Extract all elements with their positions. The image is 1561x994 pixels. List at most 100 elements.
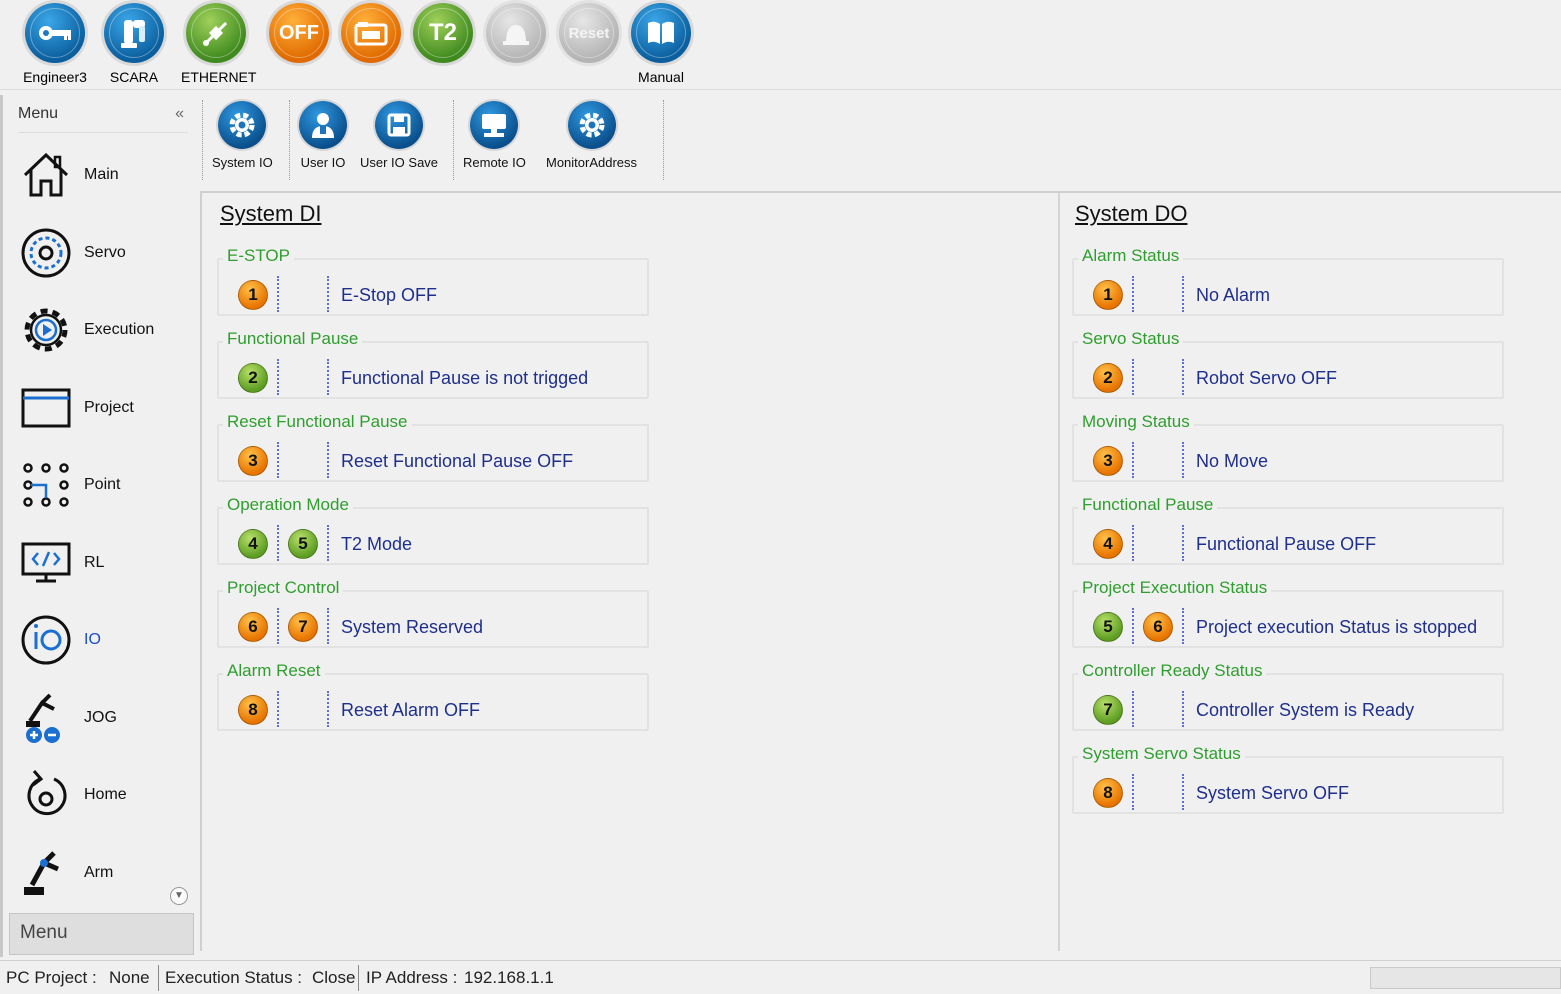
- system-do-group-legend: Functional Pause: [1078, 495, 1218, 515]
- signal-led-icon: 4: [238, 529, 268, 559]
- dotted-separator: [1132, 608, 1134, 644]
- user-io-label: User IO: [300, 155, 346, 170]
- menu-scroll-down-icon[interactable]: ▼: [170, 887, 188, 905]
- user-io-save-button[interactable]: User IO Save: [360, 101, 438, 170]
- key-icon: [25, 3, 85, 63]
- system-do-group-legend: Servo Status: [1078, 329, 1184, 349]
- system-do-status-text: No Move: [1196, 451, 1269, 471]
- folder-button[interactable]: [336, 3, 406, 63]
- engineer-login-button[interactable]: Engineer3: [20, 3, 90, 85]
- system-do-signal-row: 5 6 Project execution Status is stopped: [1074, 608, 1502, 644]
- signal-led-icon: 5: [288, 529, 318, 559]
- dotted-separator: [277, 525, 279, 561]
- gear-icon: [567, 101, 616, 149]
- pc-project-value: None: [109, 968, 150, 987]
- system-do-group: Controller Ready Status 7 Controller Syste…: [1072, 661, 1504, 731]
- dotted-separator: [327, 525, 329, 561]
- system-do-group: Project Execution Status 5 6 Project execut…: [1072, 578, 1504, 648]
- remote-monitor-icon: [470, 101, 519, 149]
- system-io-button[interactable]: System IO: [212, 101, 273, 170]
- signal-led-icon: 2: [1093, 363, 1123, 393]
- menu-item-jog[interactable]: JOG: [18, 688, 193, 748]
- menu-header: Menu «: [18, 105, 188, 133]
- signal-led-icon: 8: [238, 695, 268, 725]
- remote-io-button[interactable]: Remote IO: [463, 101, 526, 170]
- dotted-separator: [277, 691, 279, 727]
- monitor-address-button[interactable]: MonitorAddress: [546, 101, 637, 170]
- system-di-group-legend: Functional Pause: [223, 329, 363, 349]
- ethernet-plug-icon: [186, 3, 246, 63]
- status-bar: PC Project : None Execution Status : Clo…: [0, 960, 1561, 994]
- ip-address-label: IP Address :: [366, 968, 458, 987]
- reset-button[interactable]: Reset: [554, 3, 624, 63]
- point-icon: [18, 457, 74, 513]
- dotted-separator: [277, 608, 279, 644]
- arm-icon: [18, 845, 74, 901]
- signal-led-icon: 3: [238, 446, 268, 476]
- menu-item-rl[interactable]: RL: [18, 533, 193, 593]
- menu-item-point[interactable]: Point: [18, 455, 193, 515]
- dotted-separator: [1182, 608, 1184, 644]
- home-icon: [18, 147, 74, 203]
- signal-led-icon: 7: [288, 612, 318, 642]
- menu-item-execution[interactable]: Execution: [18, 300, 193, 360]
- system-di-status-text: Reset Functional Pause OFF: [341, 451, 574, 471]
- dotted-separator: [1132, 442, 1134, 478]
- dotted-separator: [1182, 525, 1184, 561]
- ip-address-value: 192.168.1.1: [464, 968, 554, 987]
- subtoolbar-separator: [663, 100, 664, 180]
- remote-io-label: Remote IO: [463, 155, 526, 170]
- dotted-separator: [1182, 276, 1184, 312]
- robot-status-button[interactable]: [481, 3, 551, 63]
- menu-item-project[interactable]: Project: [18, 378, 193, 438]
- robot-arm-icon: [104, 3, 164, 63]
- system-di-signal-row: 2 Functional Pause is not trigged: [219, 359, 647, 395]
- menu-item-main[interactable]: Main: [18, 145, 193, 205]
- menu-item-io[interactable]: IO: [18, 610, 193, 670]
- system-do-status-text: Controller System is Ready: [1196, 700, 1415, 720]
- menu-item-arm[interactable]: Arm: [18, 843, 193, 903]
- power-off-button[interactable]: OFF: [264, 3, 334, 63]
- subtoolbar-separator: [453, 100, 454, 180]
- menu-footer-bar[interactable]: Menu: [9, 913, 194, 955]
- system-do-group: System Servo Status 8 System Servo OFF: [1072, 744, 1504, 814]
- system-do-group-legend: Project Execution Status: [1078, 578, 1272, 598]
- dotted-separator: [327, 608, 329, 644]
- gear-icon: [218, 101, 267, 149]
- servo-icon: [18, 225, 74, 281]
- menu-label-main: Main: [84, 166, 119, 183]
- book-icon: [631, 3, 691, 63]
- system-do-signal-row: 3 No Move: [1074, 442, 1502, 478]
- scara-button[interactable]: SCARA: [99, 3, 169, 85]
- system-do-signal-row: 4 Functional Pause OFF: [1074, 525, 1502, 561]
- system-di-signal-row: 4 5 T2 Mode: [219, 525, 647, 561]
- folder-icon: [341, 3, 401, 63]
- signal-led-icon: 1: [1093, 280, 1123, 310]
- ethernet-label: ETHERNET: [181, 69, 257, 85]
- project-folder-icon: [18, 380, 74, 436]
- robot-disabled-icon: [486, 3, 546, 63]
- menu-label-arm: Arm: [84, 864, 114, 881]
- reset-icon: Reset: [559, 3, 619, 63]
- manual-button[interactable]: Manual: [626, 3, 696, 85]
- menu-item-home[interactable]: Home: [18, 765, 193, 825]
- signal-led-icon: 2: [238, 363, 268, 393]
- user-icon: [299, 101, 347, 149]
- home-return-icon: [18, 767, 74, 823]
- system-di-group: Functional Pause 2 Functional Pause is not…: [217, 329, 649, 399]
- system-di-title: System DI: [220, 201, 322, 226]
- collapse-menu-button[interactable]: «: [175, 105, 184, 123]
- system-do-group: Moving Status 3 No Move: [1072, 412, 1504, 482]
- signal-led-icon: 6: [238, 612, 268, 642]
- ethernet-button[interactable]: ETHERNET: [181, 3, 257, 85]
- user-io-button[interactable]: User IO: [299, 101, 347, 170]
- t2-mode-button[interactable]: T2: [408, 3, 478, 63]
- side-menu: Menu « Main Servo Execution Project Poin…: [0, 95, 196, 957]
- system-do-group-legend: Controller Ready Status: [1078, 661, 1267, 681]
- signal-led-icon: 4: [1093, 529, 1123, 559]
- dotted-separator: [1182, 359, 1184, 395]
- system-do-status-text: System Servo OFF: [1196, 783, 1350, 803]
- menu-label-home: Home: [84, 786, 127, 803]
- menu-item-servo[interactable]: Servo: [18, 223, 193, 283]
- system-di-group-legend: Reset Functional Pause: [223, 412, 412, 432]
